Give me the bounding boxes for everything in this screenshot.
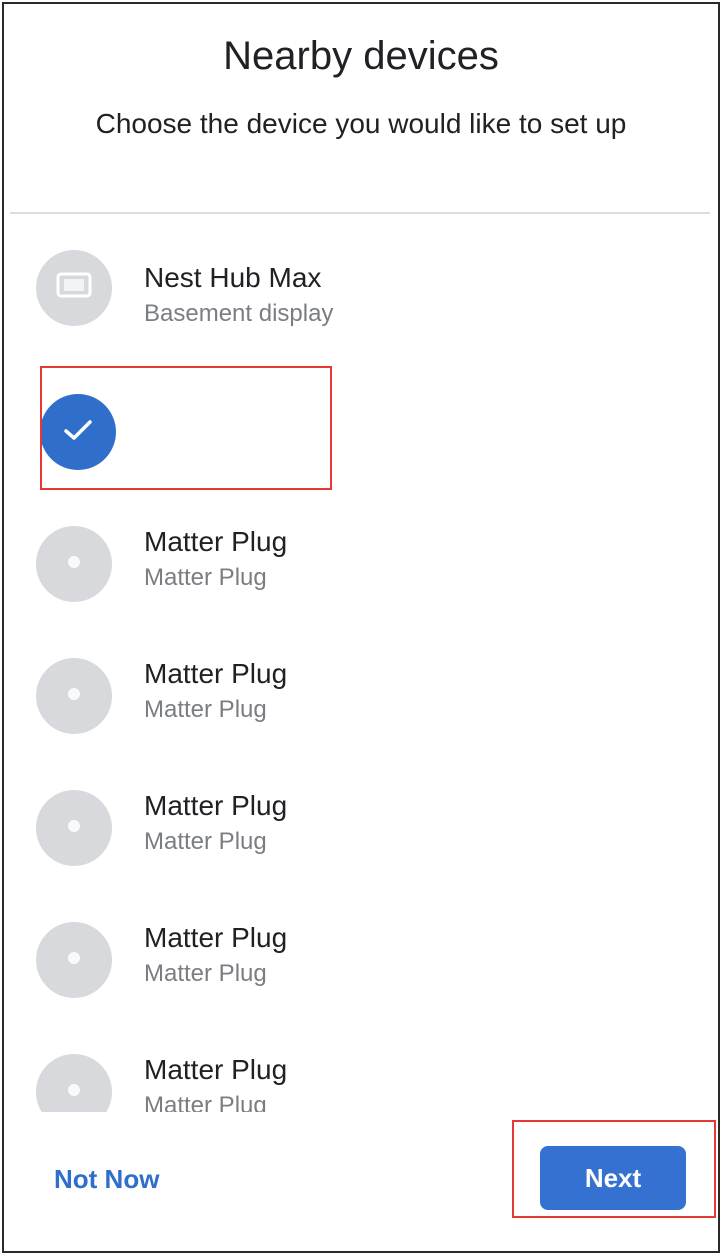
page-subtitle: Choose the device you would like to set … <box>95 108 627 139</box>
device-avatar <box>36 658 112 734</box>
device-item-nest-hub-max[interactable]: Nest Hub Max Basement display <box>4 222 718 342</box>
display-icon <box>56 272 92 305</box>
device-item-matter-plug[interactable]: Matter Plug Matter Plug <box>4 782 718 902</box>
device-subtitle: Matter Plug <box>144 564 267 591</box>
device-avatar <box>36 1054 112 1112</box>
device-name: Matter Plug <box>144 658 288 689</box>
device-item-matter-plug[interactable]: Matter Plug Matter Plug <box>4 914 718 1034</box>
next-highlight-box <box>512 1120 716 1218</box>
plug-icon <box>61 813 87 844</box>
device-subtitle: Matter Plug <box>144 1092 267 1112</box>
page-title: Nearby devices <box>223 34 499 78</box>
device-list[interactable]: Nest Hub Max Basement display Matter Plu… <box>4 222 718 1112</box>
header-divider <box>10 212 710 214</box>
device-name: Nest Hub Max <box>144 262 322 293</box>
device-avatar <box>36 790 112 866</box>
device-item-matter-plug[interactable]: Matter Plug Matter Plug <box>4 518 718 638</box>
device-subtitle: Matter Plug <box>144 696 267 723</box>
device-subtitle: Matter Plug <box>144 960 267 987</box>
not-now-button[interactable]: Not Now <box>54 1164 159 1195</box>
device-subtitle: Matter Plug <box>144 828 267 855</box>
device-name: Matter Plug <box>144 526 288 557</box>
device-name: Matter Plug <box>144 1054 288 1085</box>
plug-icon <box>61 549 87 580</box>
app-screen: Nearby devices Choose the device you wou… <box>2 2 720 1253</box>
device-avatar <box>36 526 112 602</box>
device-subtitle: Basement display <box>144 300 334 327</box>
device-avatar <box>36 922 112 998</box>
plug-icon <box>61 1077 87 1108</box>
plug-icon <box>61 945 87 976</box>
selection-highlight-box <box>40 366 332 490</box>
device-item-matter-plug[interactable]: Matter Plug Matter Plug <box>4 1046 718 1112</box>
device-item-matter-plug[interactable]: Matter Plug Matter Plug <box>4 650 718 770</box>
device-avatar <box>36 250 112 326</box>
device-name: Matter Plug <box>144 790 288 821</box>
device-name: Matter Plug <box>144 922 288 953</box>
plug-icon <box>61 681 87 712</box>
